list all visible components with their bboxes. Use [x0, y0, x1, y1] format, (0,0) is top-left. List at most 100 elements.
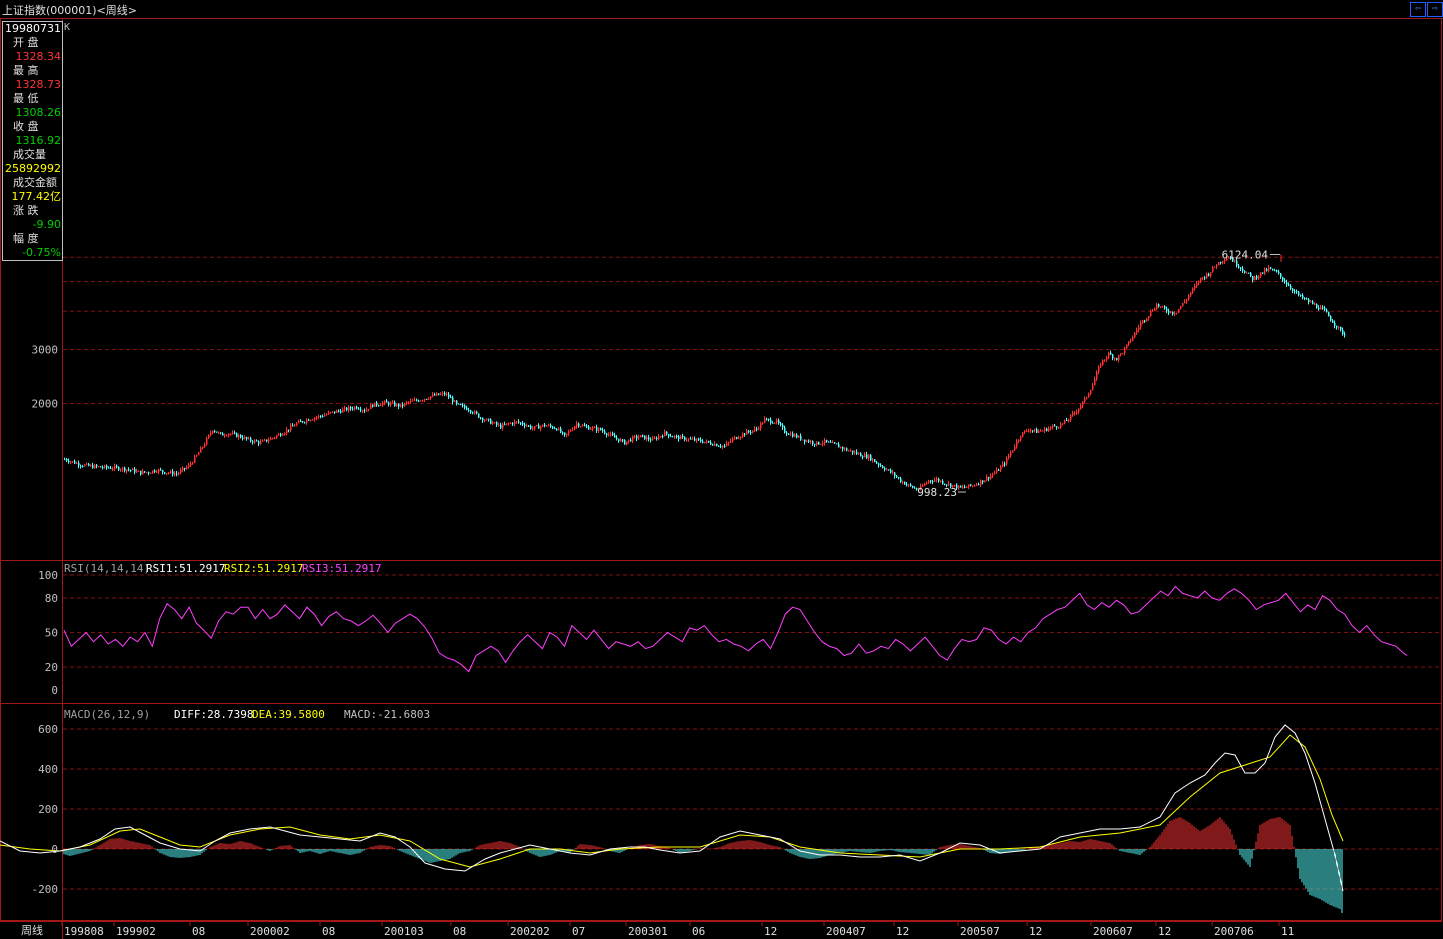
candle-body: [1092, 385, 1094, 391]
candle-body: [264, 439, 266, 441]
candle-body: [696, 438, 698, 441]
candle-body: [580, 426, 582, 428]
candle-body: [328, 412, 330, 415]
candle-body: [1244, 270, 1246, 273]
macd-series: [0, 724, 1344, 913]
candle-body: [1278, 271, 1280, 274]
candle-body: [1028, 430, 1030, 432]
candle-body: [642, 435, 644, 437]
candle-body: [1158, 304, 1160, 307]
candle-body: [462, 404, 464, 406]
candle-body: [1242, 268, 1244, 271]
x-tick-label: 06: [692, 925, 705, 938]
candle-body: [494, 422, 496, 424]
candle-body: [142, 471, 144, 475]
candle-body: [1300, 294, 1302, 296]
candle-body: [640, 435, 642, 438]
candle-body: [1034, 429, 1036, 431]
candle-body: [86, 463, 88, 465]
candle-body: [778, 420, 780, 424]
candle-body: [436, 393, 438, 396]
candle-body: [530, 425, 532, 429]
candle-body: [180, 469, 182, 473]
candle-body: [206, 438, 208, 445]
candle-body: [1322, 307, 1324, 309]
candle-body: [104, 465, 106, 468]
info-label: 最 高: [13, 64, 39, 77]
candle-body: [742, 433, 744, 437]
candle-body: [360, 409, 362, 411]
candle-body: [514, 421, 516, 425]
candle-body: [272, 438, 274, 440]
candle-body: [370, 404, 372, 410]
candle-body: [274, 437, 276, 439]
candle-body: [502, 424, 504, 429]
candle-body: [616, 437, 618, 439]
candle-body: [444, 393, 446, 395]
candle-body: [348, 407, 350, 411]
candle-body: [736, 437, 738, 439]
candle-body: [270, 438, 272, 441]
candle-body: [860, 453, 862, 457]
candle-body: [884, 467, 886, 470]
candle-body: [116, 466, 118, 468]
candle-body: [468, 409, 470, 411]
candle-body: [878, 463, 880, 466]
candle-body: [718, 446, 720, 448]
candle-body: [1324, 308, 1326, 310]
candle-body: [574, 426, 576, 430]
candle-body: [396, 403, 398, 406]
candle-body: [754, 428, 756, 431]
candle-body: [1262, 272, 1264, 274]
candle-body: [882, 465, 884, 468]
candle-body: [712, 444, 714, 446]
candle-body: [576, 423, 578, 427]
candle-body: [492, 422, 494, 424]
candle-body: [656, 437, 658, 440]
candle-body: [874, 459, 876, 463]
candle-body: [710, 442, 712, 445]
candle-body: [1260, 272, 1262, 277]
candle-body: [70, 461, 72, 463]
candle-body: [998, 469, 1000, 471]
rsi-legend: RSI2:51.2917: [224, 562, 303, 575]
candle-body: [714, 443, 716, 446]
info-panel: 19980731 开 盘 1328.34 最 高 1328.73 最 低 1308.26 收…: [2, 21, 63, 261]
candle-body: [304, 422, 306, 424]
candle-body: [536, 425, 538, 427]
candle-body: [282, 434, 284, 436]
candle-body: [1058, 427, 1060, 429]
candle-body: [670, 436, 672, 438]
candle-body: [378, 405, 380, 407]
candle-body: [814, 443, 816, 445]
next-arrow-icon[interactable]: ⇨: [1427, 2, 1443, 17]
candle-body: [1194, 285, 1196, 289]
candle-body: [1288, 284, 1290, 287]
rsi-legend: RSI3:51.2917: [302, 562, 381, 575]
stock-chart[interactable]: 300020006124.04998.231008050200RSI(14,14…: [0, 18, 1443, 939]
candle-body: [1042, 430, 1044, 432]
candle-body: [1318, 307, 1320, 310]
candle-body: [438, 393, 440, 395]
candle-body: [556, 428, 558, 431]
candle-body: [480, 417, 482, 419]
candle-body: [732, 438, 734, 442]
dea-line: [0, 734, 1344, 868]
candle-body: [660, 435, 662, 437]
candle-body: [1208, 274, 1210, 276]
candle-body: [300, 421, 302, 423]
candle-body: [1212, 267, 1214, 273]
candle-body: [152, 470, 154, 473]
candle-body: [178, 472, 180, 474]
candle-body: [84, 464, 86, 467]
candle-body: [226, 435, 228, 437]
candle-body: [628, 439, 630, 442]
candle-body: [1312, 301, 1314, 305]
info-label: 成交量: [13, 148, 46, 161]
prev-arrow-icon[interactable]: ⇦: [1410, 2, 1426, 17]
candle-body: [1250, 273, 1252, 277]
candle-body: [1104, 359, 1106, 361]
candle-body: [788, 433, 790, 435]
candle-body: [154, 470, 156, 472]
candle-body: [296, 423, 298, 426]
